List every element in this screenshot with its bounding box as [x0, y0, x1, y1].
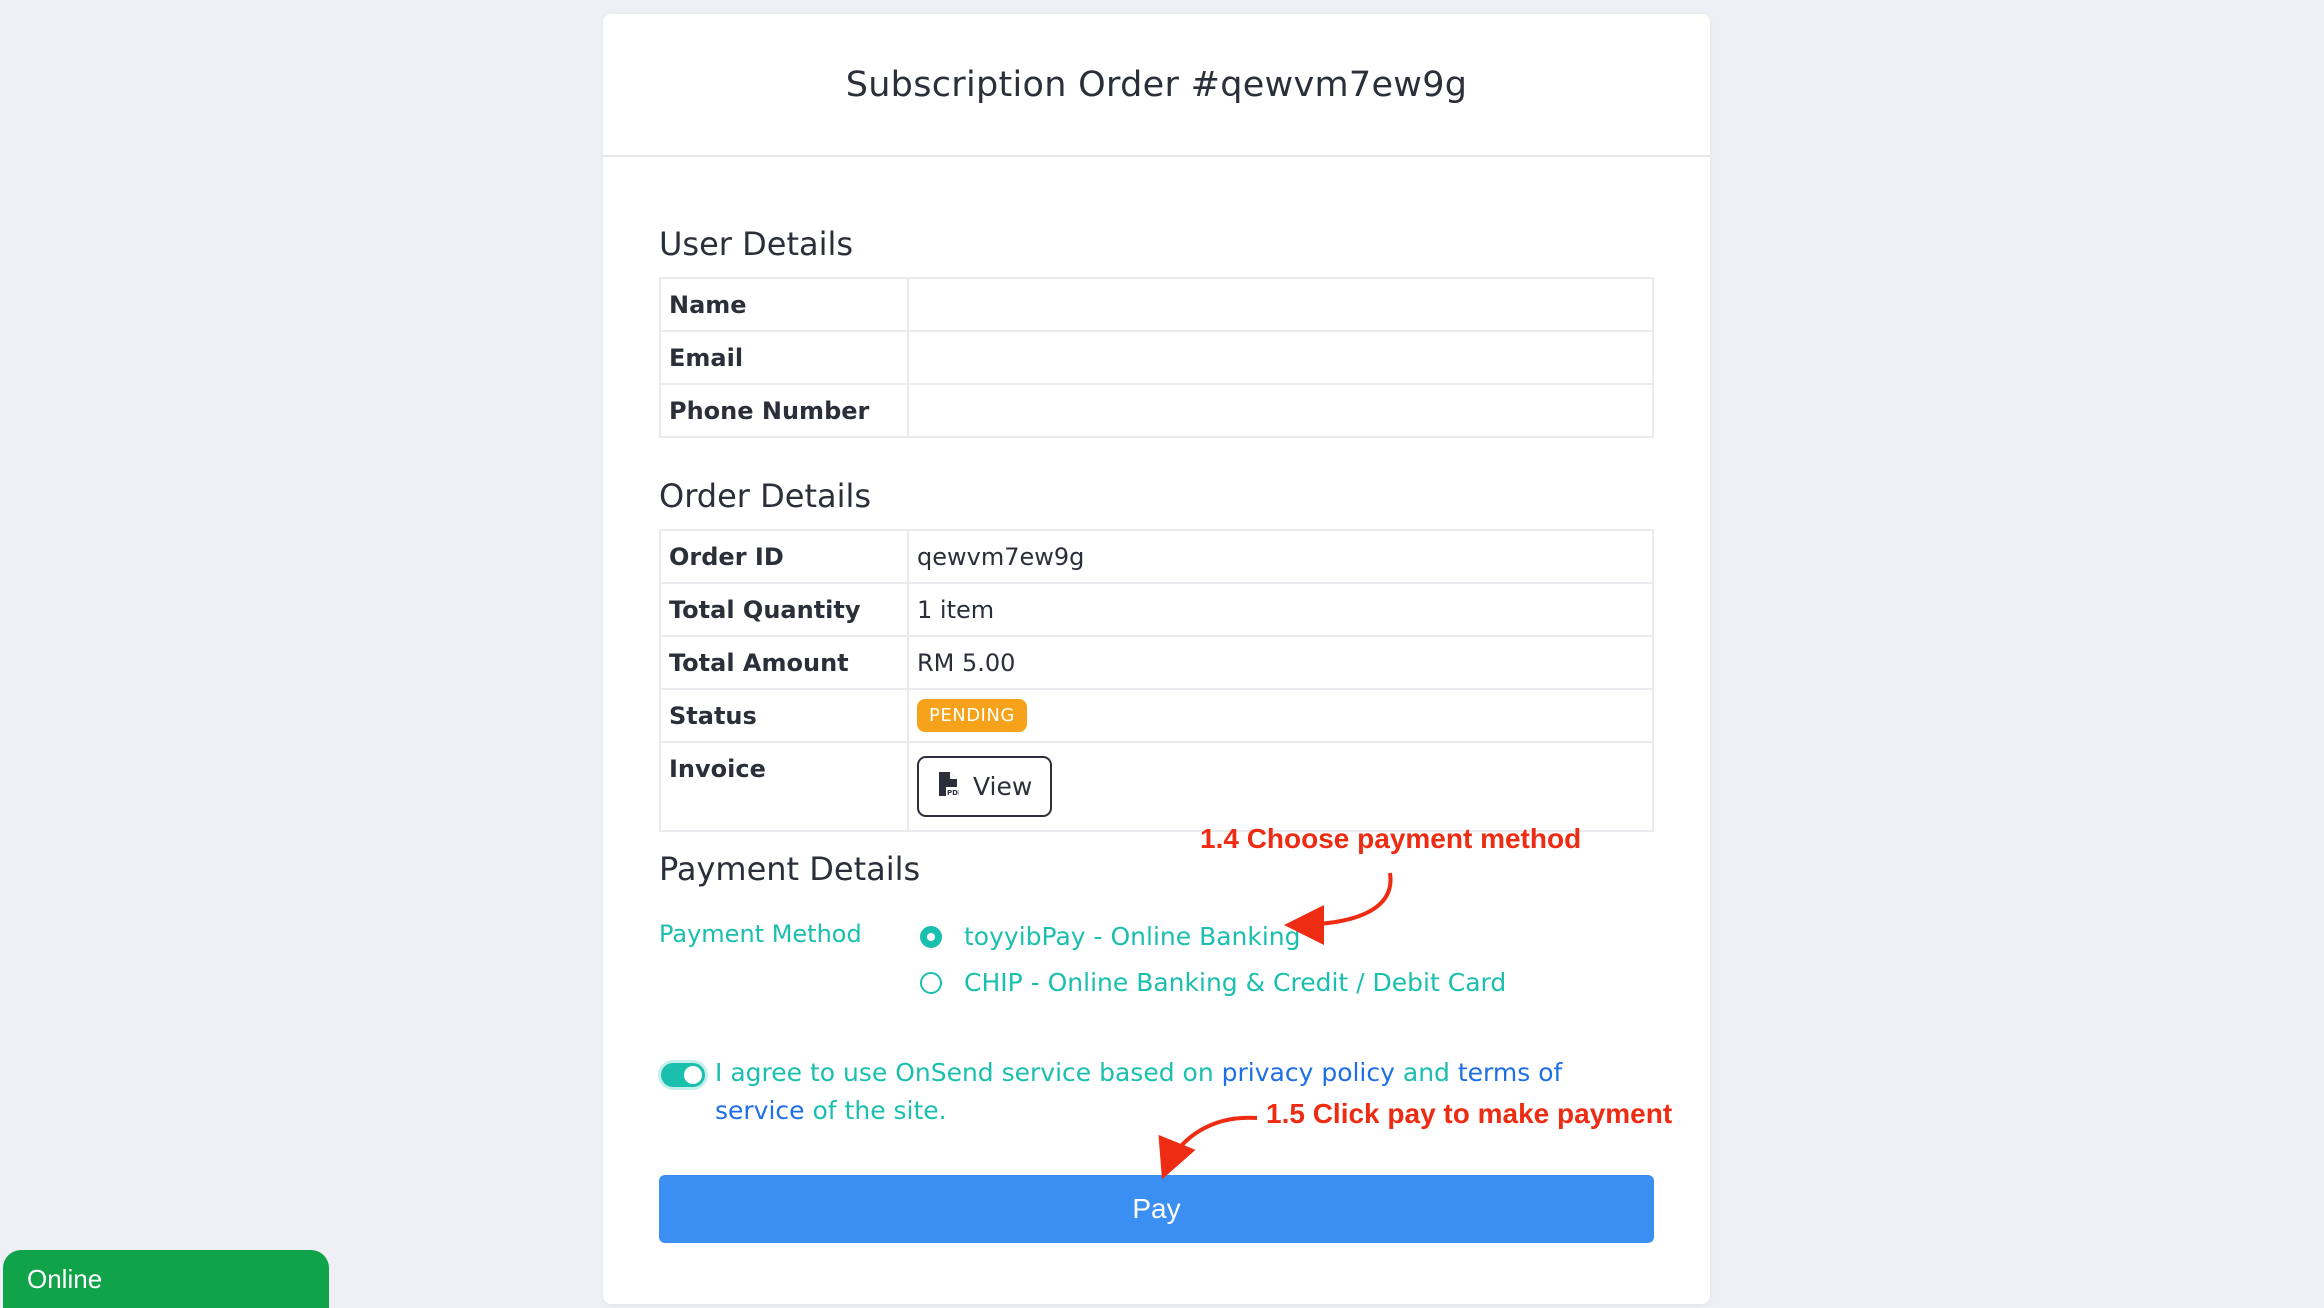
arrow-to-pay-icon: [1158, 1115, 1258, 1180]
arrow-to-toyyibpay-icon: [1284, 872, 1393, 945]
online-status-badge[interactable]: Online: [3, 1250, 329, 1308]
annotation-arrows: [1158, 872, 1393, 1180]
